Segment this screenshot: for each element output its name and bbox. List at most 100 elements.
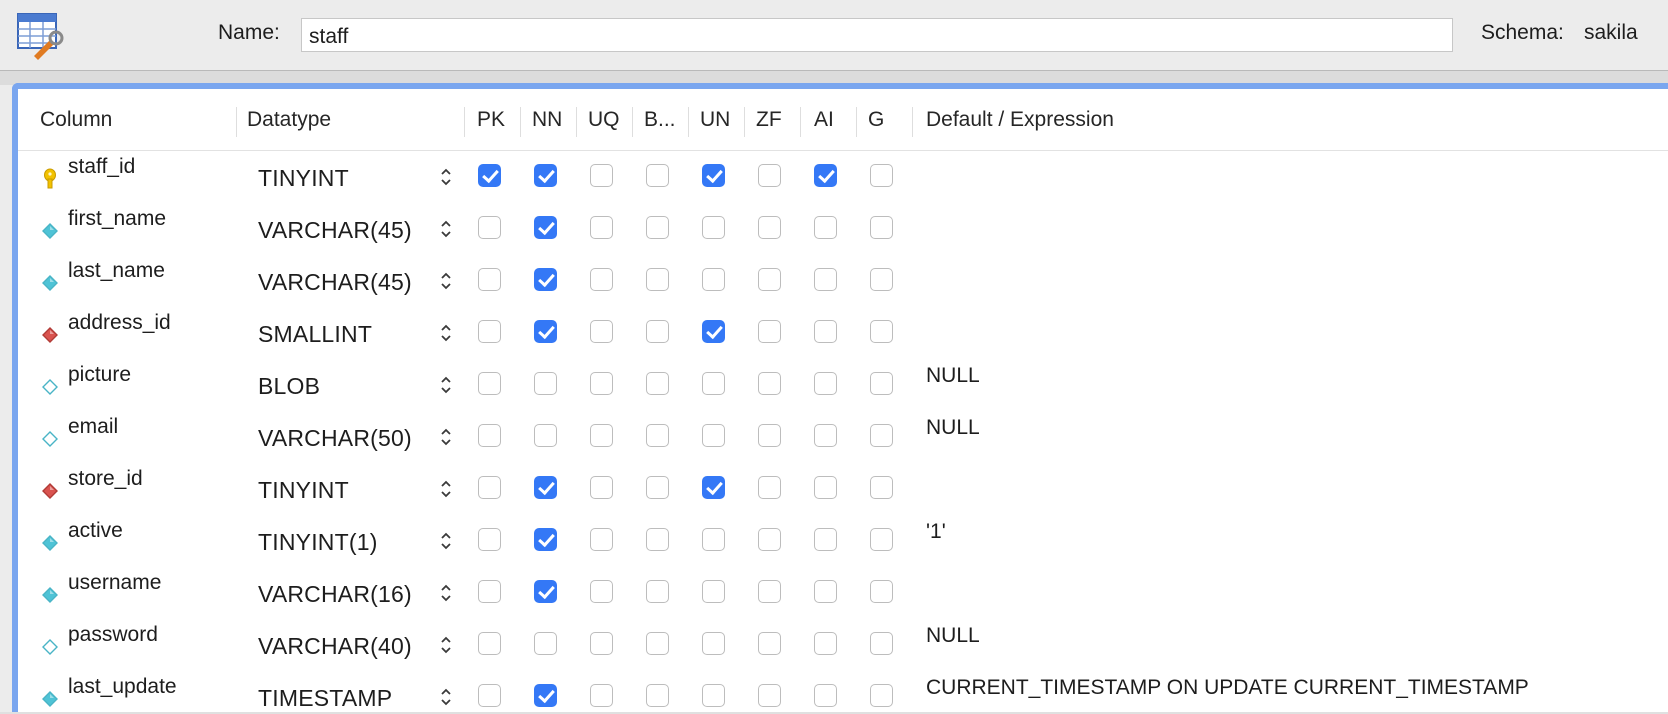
default-expression[interactable]: '1' xyxy=(926,520,946,544)
binary-checkbox[interactable] xyxy=(646,476,669,499)
binary-checkbox[interactable] xyxy=(646,580,669,603)
un-checkbox[interactable] xyxy=(702,684,725,707)
default-expression[interactable]: NULL xyxy=(926,364,980,388)
table-row[interactable]: active TINYINT(1) '1' xyxy=(18,515,1668,567)
uq-checkbox[interactable] xyxy=(590,268,613,291)
zf-checkbox[interactable] xyxy=(758,580,781,603)
un-checkbox[interactable] xyxy=(702,424,725,447)
default-expression[interactable]: CURRENT_TIMESTAMP ON UPDATE CURRENT_TIME… xyxy=(926,676,1529,700)
generated-checkbox[interactable] xyxy=(870,372,893,395)
nn-checkbox[interactable] xyxy=(534,320,557,343)
uq-checkbox[interactable] xyxy=(590,684,613,707)
datatype-select[interactable]: VARCHAR(40) xyxy=(258,633,412,660)
generated-checkbox[interactable] xyxy=(870,216,893,239)
nn-checkbox[interactable] xyxy=(534,216,557,239)
pk-checkbox[interactable] xyxy=(478,216,501,239)
binary-checkbox[interactable] xyxy=(646,320,669,343)
header-uq[interactable]: UQ xyxy=(588,108,620,132)
binary-checkbox[interactable] xyxy=(646,528,669,551)
un-checkbox[interactable] xyxy=(702,632,725,655)
ai-checkbox[interactable] xyxy=(814,476,837,499)
zf-checkbox[interactable] xyxy=(758,320,781,343)
datatype-select[interactable]: VARCHAR(16) xyxy=(258,581,412,608)
nn-checkbox[interactable] xyxy=(534,632,557,655)
uq-checkbox[interactable] xyxy=(590,476,613,499)
header-datatype[interactable]: Datatype xyxy=(247,108,331,132)
ai-checkbox[interactable] xyxy=(814,320,837,343)
generated-checkbox[interactable] xyxy=(870,268,893,291)
un-checkbox[interactable] xyxy=(702,476,725,499)
nn-checkbox[interactable] xyxy=(534,684,557,707)
chevron-up-down-icon[interactable] xyxy=(440,217,452,241)
ai-checkbox[interactable] xyxy=(814,528,837,551)
uq-checkbox[interactable] xyxy=(590,164,613,187)
zf-checkbox[interactable] xyxy=(758,684,781,707)
chevron-up-down-icon[interactable] xyxy=(440,321,452,345)
nn-checkbox[interactable] xyxy=(534,164,557,187)
zf-checkbox[interactable] xyxy=(758,268,781,291)
binary-checkbox[interactable] xyxy=(646,684,669,707)
un-checkbox[interactable] xyxy=(702,528,725,551)
table-row[interactable]: password VARCHAR(40) NULL xyxy=(18,619,1668,671)
un-checkbox[interactable] xyxy=(702,164,725,187)
column-name[interactable]: picture xyxy=(68,363,131,387)
datatype-select[interactable]: TINYINT xyxy=(258,165,349,192)
columns-grid[interactable]: Column Datatype PK NN UQ B... UN ZF AI G… xyxy=(12,83,1668,714)
header-pk[interactable]: PK xyxy=(477,108,505,132)
table-row[interactable]: picture BLOB NULL xyxy=(18,359,1668,411)
chevron-up-down-icon[interactable] xyxy=(440,425,452,449)
header-zf[interactable]: ZF xyxy=(756,108,782,132)
header-g[interactable]: G xyxy=(868,108,884,132)
column-name[interactable]: last_name xyxy=(68,259,165,283)
table-row[interactable]: store_id TINYINT xyxy=(18,463,1668,515)
binary-checkbox[interactable] xyxy=(646,164,669,187)
datatype-select[interactable]: VARCHAR(45) xyxy=(258,217,412,244)
generated-checkbox[interactable] xyxy=(870,632,893,655)
pk-checkbox[interactable] xyxy=(478,476,501,499)
header-un[interactable]: UN xyxy=(700,108,730,132)
binary-checkbox[interactable] xyxy=(646,632,669,655)
pk-checkbox[interactable] xyxy=(478,164,501,187)
column-name[interactable]: address_id xyxy=(68,311,171,335)
column-name[interactable]: password xyxy=(68,623,158,647)
zf-checkbox[interactable] xyxy=(758,476,781,499)
generated-checkbox[interactable] xyxy=(870,684,893,707)
header-nn[interactable]: NN xyxy=(532,108,562,132)
header-default[interactable]: Default / Expression xyxy=(926,108,1114,132)
binary-checkbox[interactable] xyxy=(646,372,669,395)
chevron-up-down-icon[interactable] xyxy=(440,581,452,605)
zf-checkbox[interactable] xyxy=(758,528,781,551)
table-row[interactable]: address_id SMALLINT xyxy=(18,307,1668,359)
chevron-up-down-icon[interactable] xyxy=(440,685,452,709)
nn-checkbox[interactable] xyxy=(534,424,557,447)
pk-checkbox[interactable] xyxy=(478,372,501,395)
datatype-select[interactable]: TINYINT(1) xyxy=(258,529,378,556)
uq-checkbox[interactable] xyxy=(590,424,613,447)
uq-checkbox[interactable] xyxy=(590,632,613,655)
nn-checkbox[interactable] xyxy=(534,528,557,551)
un-checkbox[interactable] xyxy=(702,268,725,291)
pk-checkbox[interactable] xyxy=(478,424,501,447)
pk-checkbox[interactable] xyxy=(478,528,501,551)
datatype-select[interactable]: BLOB xyxy=(258,373,320,400)
un-checkbox[interactable] xyxy=(702,580,725,603)
pk-checkbox[interactable] xyxy=(478,684,501,707)
chevron-up-down-icon[interactable] xyxy=(440,477,452,501)
column-name[interactable]: username xyxy=(68,571,161,595)
binary-checkbox[interactable] xyxy=(646,216,669,239)
column-name[interactable]: last_update xyxy=(68,675,177,699)
chevron-up-down-icon[interactable] xyxy=(440,165,452,189)
nn-checkbox[interactable] xyxy=(534,476,557,499)
nn-checkbox[interactable] xyxy=(534,268,557,291)
uq-checkbox[interactable] xyxy=(590,528,613,551)
default-expression[interactable]: NULL xyxy=(926,624,980,648)
datatype-select[interactable]: TINYINT xyxy=(258,477,349,504)
ai-checkbox[interactable] xyxy=(814,216,837,239)
generated-checkbox[interactable] xyxy=(870,164,893,187)
binary-checkbox[interactable] xyxy=(646,268,669,291)
zf-checkbox[interactable] xyxy=(758,372,781,395)
ai-checkbox[interactable] xyxy=(814,268,837,291)
table-row[interactable]: email VARCHAR(50) NULL xyxy=(18,411,1668,463)
nn-checkbox[interactable] xyxy=(534,372,557,395)
un-checkbox[interactable] xyxy=(702,216,725,239)
